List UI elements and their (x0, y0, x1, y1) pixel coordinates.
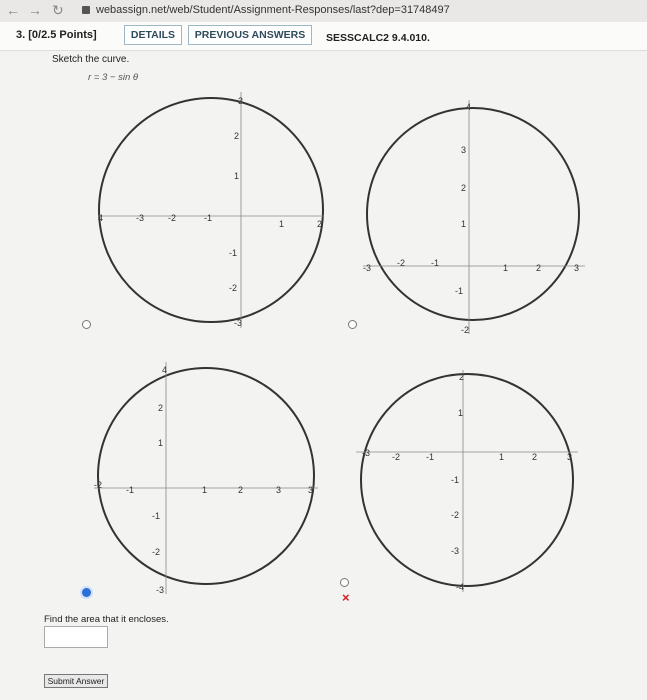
reload-icon[interactable]: ↻ (52, 2, 64, 19)
y-tick-label: -3 (451, 546, 459, 556)
problem-code: SESSCALC2 9.4.010. (326, 32, 430, 44)
edge-label: 4 (466, 102, 471, 112)
x-tick-label: -3 (136, 213, 144, 223)
curve-circle (97, 367, 315, 585)
question-number: 3. [0/2.5 Points] (16, 29, 97, 41)
wrong-mark-icon: × (342, 590, 350, 605)
y-tick-label: -2 (229, 283, 237, 293)
x-tick-label: 2 (532, 452, 537, 462)
x-tick-label: -1 (431, 258, 439, 268)
option-radio-3[interactable] (82, 588, 91, 597)
y-tick-label: 1 (461, 219, 466, 229)
edge-label: 3 (238, 96, 243, 106)
edge-label: 3 (308, 485, 313, 495)
forward-icon[interactable]: → (28, 2, 42, 18)
y-tick-label: 1 (234, 171, 239, 181)
x-tick-label: -2 (392, 452, 400, 462)
y-tick-label: 2 (461, 183, 466, 193)
edge-label: -3 (363, 263, 371, 273)
details-button[interactable]: DETAILS (124, 25, 182, 45)
x-tick-label: -1 (204, 213, 212, 223)
address-bar[interactable]: webassign.net/web/Student/Assignment-Res… (96, 4, 450, 16)
y-tick-label: 2 (234, 131, 239, 141)
polar-equation: r = 3 − sin θ (88, 72, 139, 83)
question-prompt: Sketch the curve. (52, 54, 130, 65)
x-tick-label: 1 (202, 485, 207, 495)
y-tick-label: 1 (158, 438, 163, 448)
edge-label: 3 (574, 263, 579, 273)
browser-toolbar: ← → ↻ webassign.net/web/Student/Assignme… (0, 0, 647, 23)
previous-answers-button[interactable]: PREVIOUS ANSWERS (188, 25, 312, 45)
edge-label: -3 (156, 585, 164, 595)
y-tick-label: -1 (451, 475, 459, 485)
x-tick-label: 1 (279, 219, 284, 229)
edge-label: -4 (456, 582, 464, 592)
graph-option-1: -3 -2 -1 1 2 1 -1 -2 4 3 -3 2 (98, 92, 324, 328)
header-divider (0, 50, 647, 51)
x-tick-label: -2 (397, 258, 405, 268)
x-tick-label: 1 (503, 263, 508, 273)
graph-option-4: -2 -1 1 2 1 -1 -2 -3 -3 3 2 -4 (356, 370, 578, 592)
x-tick-label: 3 (276, 485, 281, 495)
x-tick-label: -1 (126, 485, 134, 495)
area-answer-input[interactable] (44, 626, 108, 648)
y-tick-label: -1 (229, 248, 237, 258)
curve-circle (360, 373, 574, 587)
x-tick-label: -1 (426, 452, 434, 462)
edge-label: 3 (567, 452, 572, 462)
x-tick-label: 2 (238, 485, 243, 495)
y-tick-label: -2 (152, 547, 160, 557)
y-tick-label: -1 (152, 511, 160, 521)
edge-label: -3 (234, 318, 242, 328)
edge-label: -2 (94, 480, 102, 490)
y-tick-label: 2 (158, 403, 163, 413)
y-tick-label: 1 (458, 408, 463, 418)
edge-label: 4 (162, 365, 167, 375)
y-tick-label: -1 (455, 286, 463, 296)
edge-label: 2 (459, 372, 464, 382)
edge-label: 4 (98, 213, 103, 223)
x-tick-label: 2 (536, 263, 541, 273)
y-tick-label: 3 (461, 145, 466, 155)
back-icon[interactable]: ← (6, 2, 20, 18)
x-tick-label: 1 (499, 452, 504, 462)
submit-answer-button[interactable]: Submit Answer (44, 674, 108, 688)
graph-option-3: -1 1 2 3 2 1 -1 -2 -2 4 3 -3 (94, 362, 318, 595)
option-radio-4[interactable] (340, 578, 349, 587)
curve-circle (98, 97, 324, 323)
question-header: 3. [0/2.5 Points] DETAILS PREVIOUS ANSWE… (0, 22, 647, 50)
area-prompt: Find the area that it encloses. (44, 614, 169, 625)
curve-circle (366, 107, 580, 321)
option-radio-1[interactable] (82, 320, 91, 329)
edge-label: 2 (317, 219, 322, 229)
y-tick-label: -2 (451, 510, 459, 520)
edge-label: -3 (362, 448, 370, 458)
option-radio-2[interactable] (348, 320, 357, 329)
x-tick-label: -2 (168, 213, 176, 223)
edge-label: -2 (461, 325, 469, 335)
lock-icon (82, 6, 90, 14)
graph-option-2: -2 -1 1 2 3 2 1 -1 -3 3 4 -2 (363, 100, 585, 335)
